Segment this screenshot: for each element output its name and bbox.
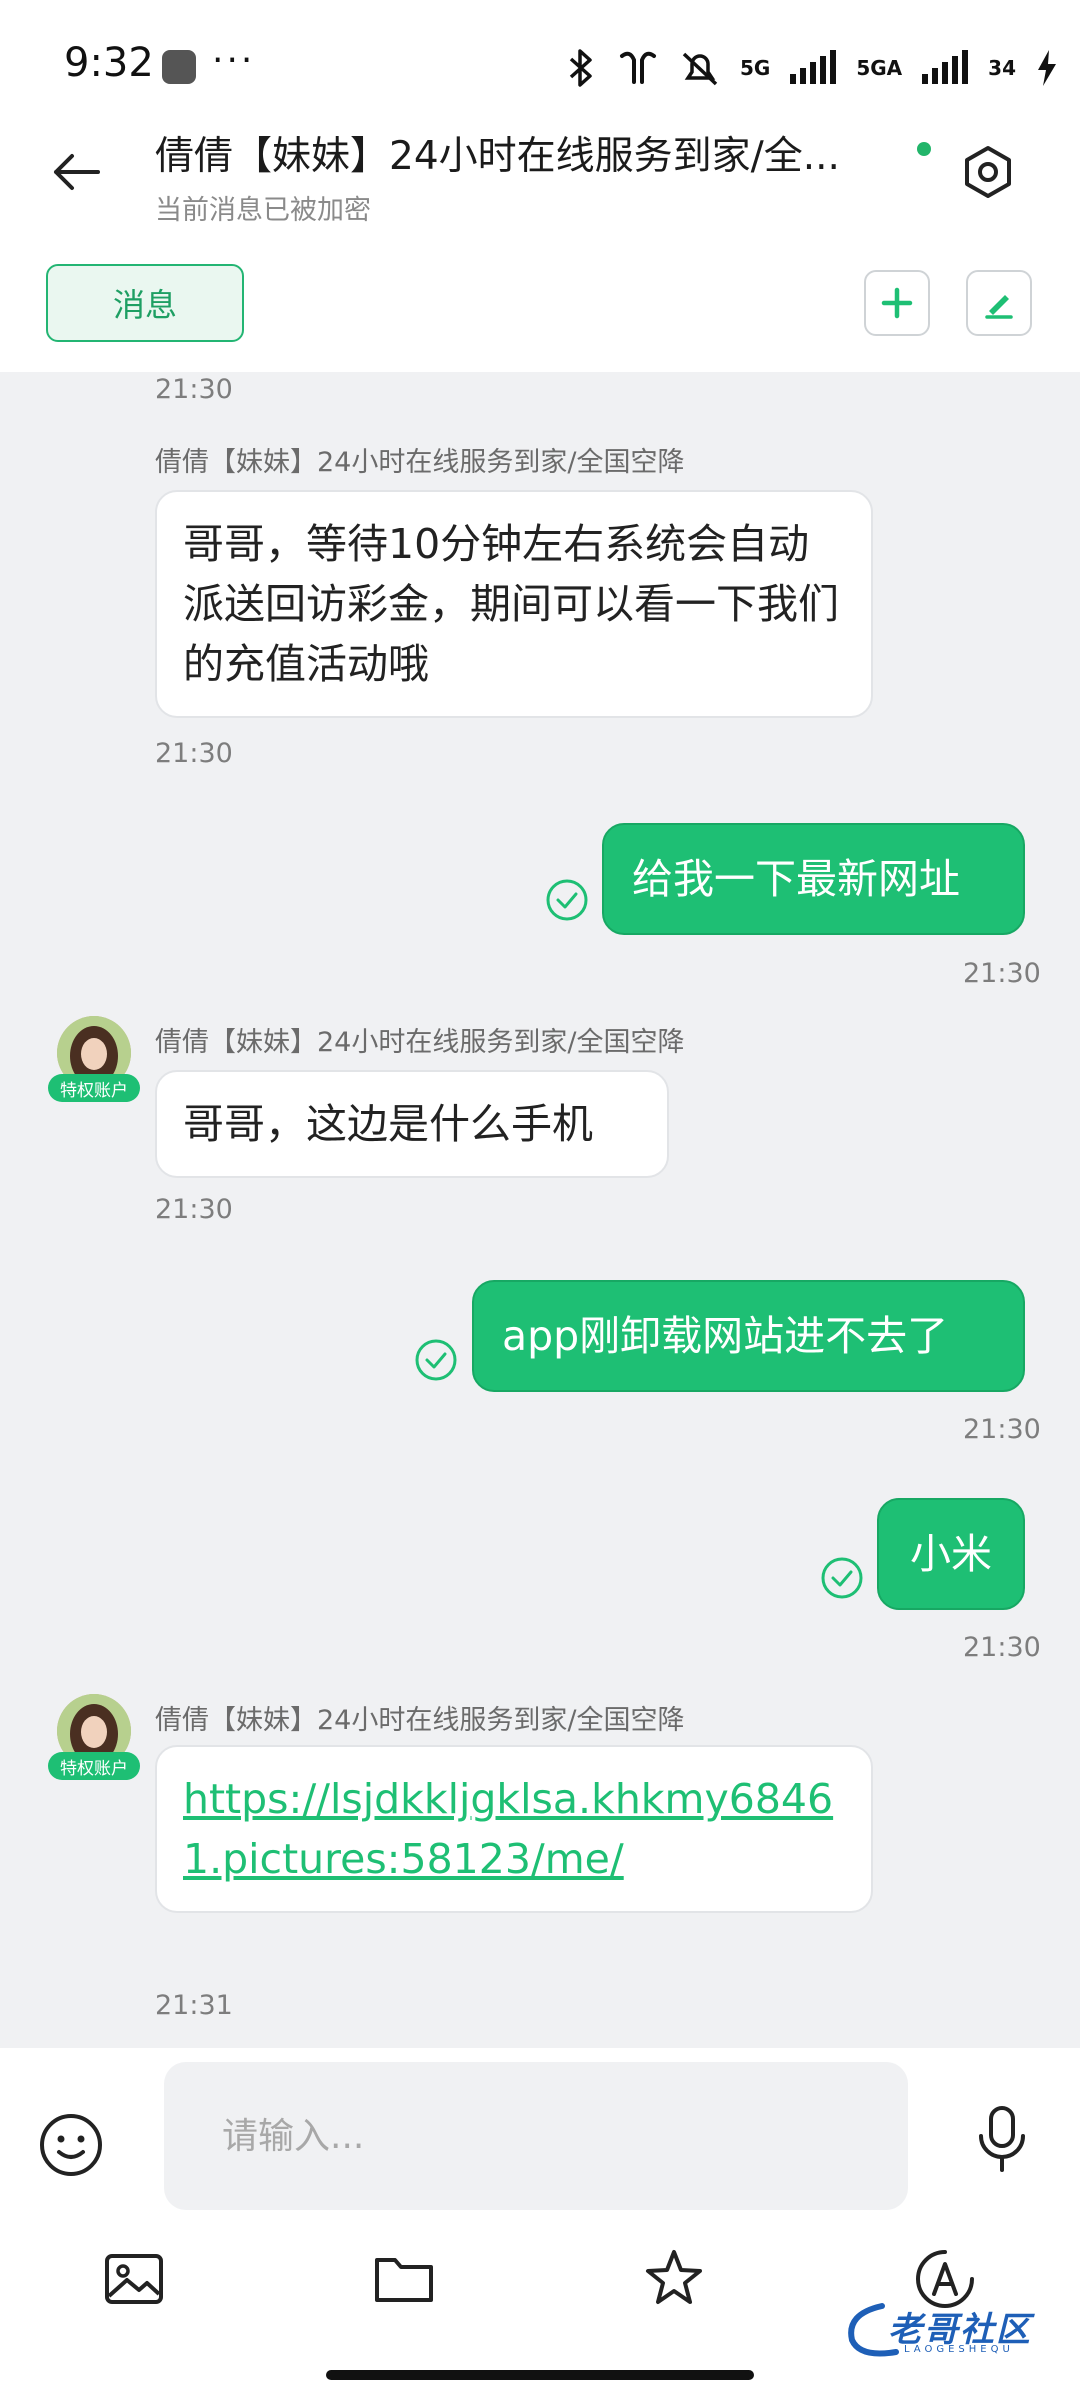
message-time: 21:30 [155, 738, 233, 769]
sent-check-icon [546, 879, 588, 921]
incoming-message-bubble[interactable]: 哥哥，这边是什么手机 [155, 1070, 669, 1178]
more-notifications-icon: ··· [212, 40, 256, 81]
edit-button[interactable] [966, 270, 1032, 336]
image-icon[interactable] [101, 2246, 167, 2312]
sender-name: 倩倩【妹妹】24小时在线服务到家/全国空降 [155, 447, 685, 478]
message-time: 21:30 [155, 374, 233, 405]
message-link[interactable]: https://lsjdkkljgklsa.khkmy68461.picture… [183, 1775, 833, 1883]
home-indicator[interactable] [326, 2370, 754, 2380]
network-label-2: 5GA [856, 56, 903, 80]
message-time: 21:30 [155, 1194, 233, 1225]
status-icons: 5G 5GA 34 [564, 46, 1060, 90]
signal-icon [790, 50, 837, 84]
app-notification-icon [162, 50, 196, 84]
status-bar: 9:32 ··· 5G 5GA 34 [0, 0, 1080, 115]
message-time: 21:30 [963, 1632, 1041, 1663]
earbuds-icon [620, 51, 656, 84]
network-label-1: 5G [740, 56, 771, 80]
sender-name: 倩倩【妹妹】24小时在线服务到家/全国空降 [155, 1705, 685, 1736]
message-time: 21:31 [155, 1990, 233, 2021]
online-status-dot [917, 142, 931, 156]
signal-icon-2 [922, 50, 969, 84]
message-time: 21:30 [963, 958, 1041, 989]
settings-icon[interactable] [960, 144, 1016, 200]
message-time: 21:30 [963, 1414, 1041, 1445]
message-input[interactable] [164, 2062, 908, 2210]
outgoing-message-bubble[interactable]: app刚卸载网站进不去了 [472, 1280, 1025, 1392]
privilege-badge: 特权账户 [48, 1074, 140, 1102]
star-icon[interactable] [641, 2246, 707, 2312]
chat-title: 倩倩【妹妹】24小时在线服务到家/全... [155, 134, 840, 179]
sender-name: 倩倩【妹妹】24小时在线服务到家/全国空降 [155, 1027, 685, 1058]
outgoing-message-bubble[interactable]: 给我一下最新网址 [602, 823, 1025, 935]
charging-icon [1038, 50, 1056, 86]
plus-icon [881, 287, 913, 319]
watermark-subtext: LAOGESHEQU [904, 2344, 1014, 2355]
sent-check-icon [821, 1557, 863, 1599]
battery-level: 34 [988, 56, 1016, 80]
incoming-link-bubble: https://lsjdkkljgklsa.khkmy68461.picture… [155, 1745, 873, 1913]
status-time: 9:32 [64, 40, 154, 86]
pencil-icon [985, 295, 1013, 319]
folder-icon[interactable] [371, 2246, 437, 2312]
microphone-icon[interactable] [972, 2104, 1032, 2174]
add-button[interactable] [864, 270, 930, 336]
privilege-badge: 特权账户 [48, 1752, 140, 1780]
mute-bell-icon [682, 52, 718, 86]
incoming-message-bubble[interactable]: 哥哥，等待10分钟左右系统会自动派送回访彩金，期间可以看一下我们的充值活动哦 [155, 490, 873, 718]
emoji-icon[interactable] [38, 2112, 104, 2178]
encryption-notice: 当前消息已被加密 [155, 195, 371, 226]
sent-check-icon [415, 1339, 457, 1381]
chat-area[interactable]: 21:30 倩倩【妹妹】24小时在线服务到家/全国空降 哥哥，等待10分钟左右系… [0, 372, 1080, 2048]
back-arrow-icon[interactable] [48, 144, 104, 200]
bluetooth-icon [569, 49, 592, 87]
outgoing-message-bubble[interactable]: 小米 [877, 1498, 1025, 1610]
tab-messages[interactable]: 消息 [46, 264, 244, 342]
